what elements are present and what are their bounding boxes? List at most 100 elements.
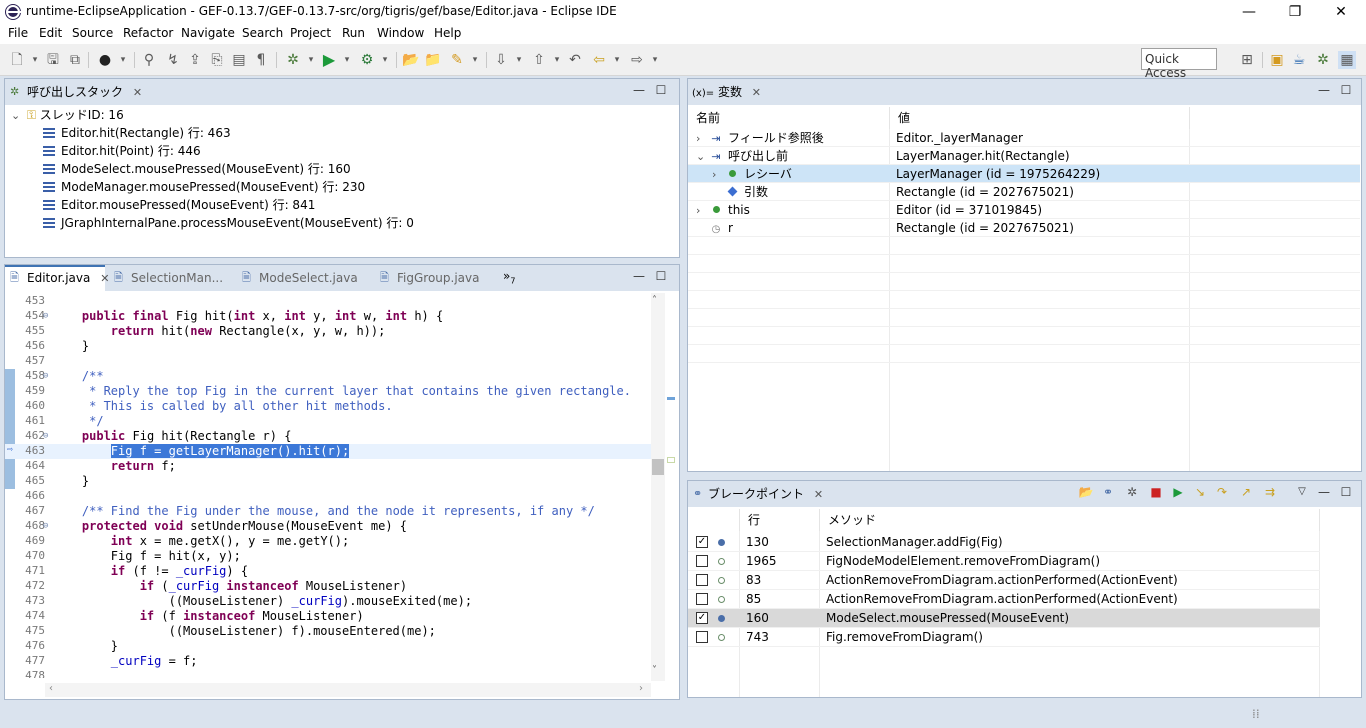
code-line[interactable]: ((MouseListener) f).mouseEntered(me); bbox=[53, 624, 436, 638]
show-supported-icon[interactable]: 📂 bbox=[1078, 485, 1094, 501]
next-annotation-dropdown-icon[interactable]: ▾ bbox=[510, 51, 528, 69]
code-line[interactable]: if (_curFig instanceof MouseListener) bbox=[53, 579, 407, 593]
fold-toggle-icon[interactable]: ⊖ bbox=[43, 311, 48, 321]
forward-dropdown-icon[interactable]: ▾ bbox=[646, 51, 664, 69]
code-line[interactable]: * Reply the top Fig in the current layer… bbox=[53, 384, 631, 398]
back-dropdown-icon[interactable]: ▾ bbox=[608, 51, 626, 69]
code-editor[interactable]: 453 454 ⊖ public final Fig hit(int x, int … bbox=[5, 291, 665, 678]
search-tool-icon[interactable]: ✎ bbox=[448, 51, 466, 69]
tab-figgroup[interactable]: 🗎 FigGroup.java bbox=[375, 265, 479, 291]
breakpoint-enabled-checkbox[interactable] bbox=[696, 555, 708, 567]
fold-toggle-icon[interactable]: ⊖ bbox=[43, 431, 48, 441]
minimize-view-icon[interactable]: — bbox=[1316, 83, 1332, 99]
scroll-left-icon[interactable]: ‹ bbox=[49, 683, 53, 694]
code-line[interactable]: if (f != _curFig) { bbox=[53, 564, 248, 578]
code-line[interactable]: } bbox=[53, 639, 118, 653]
resource-perspective-icon[interactable]: ▣ bbox=[1268, 51, 1286, 69]
last-edit-icon[interactable]: ↶ bbox=[566, 51, 584, 69]
terminate-icon[interactable]: ⎘ bbox=[208, 51, 226, 69]
code-line[interactable]: } bbox=[53, 474, 89, 488]
quick-access-input[interactable]: Quick Access bbox=[1141, 48, 1217, 80]
code-line[interactable]: Fig f = hit(x, y); bbox=[53, 549, 241, 563]
remove-breakpoint-icon[interactable]: ■ bbox=[1148, 485, 1164, 501]
close-tab-icon[interactable]: ✕ bbox=[752, 86, 761, 99]
tab-variables[interactable]: (x)= 変数 ✕ bbox=[688, 79, 761, 105]
new-dropdown-icon[interactable]: ▾ bbox=[26, 51, 44, 69]
stack-frame-row[interactable]: JGraphInternalPane.processMouseEvent(Mou… bbox=[43, 214, 414, 232]
code-line[interactable]: */ bbox=[53, 414, 103, 428]
minimize-button[interactable]: — bbox=[1226, 0, 1272, 24]
breakpoint-enabled-checkbox[interactable] bbox=[696, 574, 708, 586]
menu-window[interactable]: Window bbox=[377, 26, 424, 40]
variable-row[interactable]: 引数 Rectangle (id = 2027675021) bbox=[688, 183, 1360, 201]
go-to-file-icon[interactable]: ⚭ bbox=[1100, 485, 1116, 501]
active-perspective-icon[interactable]: ▦ bbox=[1338, 51, 1356, 69]
open-type-icon[interactable]: 📂 bbox=[402, 51, 420, 69]
vertical-scrollbar[interactable]: ˄ ˅ bbox=[651, 293, 665, 681]
stack-frame-row[interactable]: Editor.hit(Point) 行: 446 bbox=[43, 142, 201, 160]
fold-toggle-icon[interactable]: ⊖ bbox=[43, 521, 48, 531]
debug-dropdown-icon[interactable]: ▾ bbox=[302, 51, 320, 69]
run-dropdown-icon[interactable]: ▾ bbox=[338, 51, 356, 69]
tab-modeselect[interactable]: 🗎 ModeSelect.java bbox=[237, 265, 358, 291]
search-dropdown-icon[interactable]: ▾ bbox=[466, 51, 484, 69]
run-icon[interactable]: ▶ bbox=[320, 51, 338, 69]
paragraph-icon[interactable]: ¶ bbox=[252, 51, 270, 69]
variable-row[interactable]: › this Editor (id = 371019845) bbox=[688, 201, 1360, 219]
menu-help[interactable]: Help bbox=[434, 26, 461, 40]
scroll-down-icon[interactable]: ˅ bbox=[652, 665, 657, 676]
breakpoint-row[interactable]: 743 Fig.removeFromDiagram() bbox=[688, 628, 1320, 647]
close-tab-icon[interactable]: ✕ bbox=[133, 86, 142, 99]
stack-frame-row[interactable]: ModeSelect.mousePressed(MouseEvent) 行: 1… bbox=[43, 160, 351, 178]
menu-navigate[interactable]: Navigate bbox=[181, 26, 235, 40]
step-return-icon[interactable]: ↗ bbox=[1238, 485, 1254, 501]
external-tools-icon[interactable]: ⚙ bbox=[358, 51, 376, 69]
maximize-view-icon[interactable]: ☐ bbox=[1338, 485, 1354, 501]
code-line[interactable]: /** Find the Fig under the mouse, and th… bbox=[53, 504, 595, 518]
prev-annotation-dropdown-icon[interactable]: ▾ bbox=[548, 51, 566, 69]
view-menu-icon[interactable]: ▽ bbox=[1294, 485, 1310, 501]
breakpoint-enabled-checkbox[interactable]: ✓ bbox=[696, 612, 708, 624]
menu-run[interactable]: Run bbox=[342, 26, 365, 40]
chevron-down-icon[interactable]: ⌄ bbox=[11, 107, 23, 125]
drop-to-frame-icon[interactable]: ⇉ bbox=[1262, 485, 1278, 501]
fold-toggle-icon[interactable]: ⊖ bbox=[43, 371, 48, 381]
skip-all-icon[interactable]: ✲ bbox=[1124, 485, 1140, 501]
breakpoint-row[interactable]: ✓ 130 SelectionManager.addFig(Fig) bbox=[688, 533, 1320, 552]
tab-breakpoints[interactable]: ⚭ ブレークポイント ✕ bbox=[688, 481, 823, 507]
breakpoint-row[interactable]: 1965 FigNodeModelElement.removeFromDiagra… bbox=[688, 552, 1320, 571]
breakpoint-enabled-checkbox[interactable] bbox=[696, 593, 708, 605]
code-line[interactable]: return f; bbox=[53, 459, 176, 473]
code-line[interactable]: protected void setUnderMouse(MouseEvent … bbox=[53, 519, 407, 533]
breakpoint-row[interactable]: ✓ 160 ModeSelect.mousePressed(MouseEvent) bbox=[688, 609, 1320, 628]
resume-icon[interactable]: ↯ bbox=[164, 51, 182, 69]
save-icon[interactable]: 🖫 bbox=[44, 51, 62, 69]
code-line[interactable]: public Fig hit(Rectangle r) { bbox=[53, 429, 292, 443]
minimize-view-icon[interactable]: — bbox=[1316, 485, 1332, 501]
minimize-view-icon[interactable]: — bbox=[631, 83, 647, 99]
variable-row[interactable]: › ⇥ フィールド参照後 Editor._layerManager bbox=[688, 129, 1360, 147]
tab-selectionmanager[interactable]: 🗎 SelectionMan... bbox=[109, 265, 223, 291]
code-line[interactable]: return hit(new Rectangle(x, y, w, h)); bbox=[53, 324, 386, 338]
variable-row[interactable]: ⌄ ⇥ 呼び出し前 LayerManager.hit(Rectangle) bbox=[688, 147, 1360, 165]
suspend-icon[interactable]: ⇪ bbox=[186, 51, 204, 69]
code-line[interactable]: int x = me.getX(), y = me.getY(); bbox=[53, 534, 349, 548]
code-line[interactable]: } bbox=[53, 339, 89, 353]
profile-icon[interactable]: ● bbox=[96, 51, 114, 69]
profile-dropdown-icon[interactable]: ▾ bbox=[114, 51, 132, 69]
code-line[interactable]: * This is called by all other hit method… bbox=[53, 399, 392, 413]
step-into-icon[interactable]: ↘ bbox=[1192, 485, 1208, 501]
code-line[interactable]: _curFig = f; bbox=[53, 654, 198, 668]
stack-frame-row[interactable]: ModeManager.mousePressed(MouseEvent) 行: … bbox=[43, 178, 365, 196]
debug-icon[interactable]: ✲ bbox=[284, 51, 302, 69]
breakpoint-enabled-checkbox[interactable]: ✓ bbox=[696, 536, 708, 548]
menu-project[interactable]: Project bbox=[290, 26, 331, 40]
column-header-line[interactable]: 行 bbox=[740, 509, 820, 531]
menu-file[interactable]: File bbox=[8, 26, 28, 40]
forward-icon[interactable]: ⇨ bbox=[628, 51, 646, 69]
remove-all-icon[interactable]: ▶ bbox=[1170, 485, 1186, 501]
scroll-thumb[interactable] bbox=[652, 459, 664, 475]
column-header-name[interactable]: 名前 bbox=[688, 107, 890, 129]
tab-overflow-button[interactable]: »7 bbox=[503, 269, 515, 285]
prev-annotation-icon[interactable]: ⇧ bbox=[530, 51, 548, 69]
